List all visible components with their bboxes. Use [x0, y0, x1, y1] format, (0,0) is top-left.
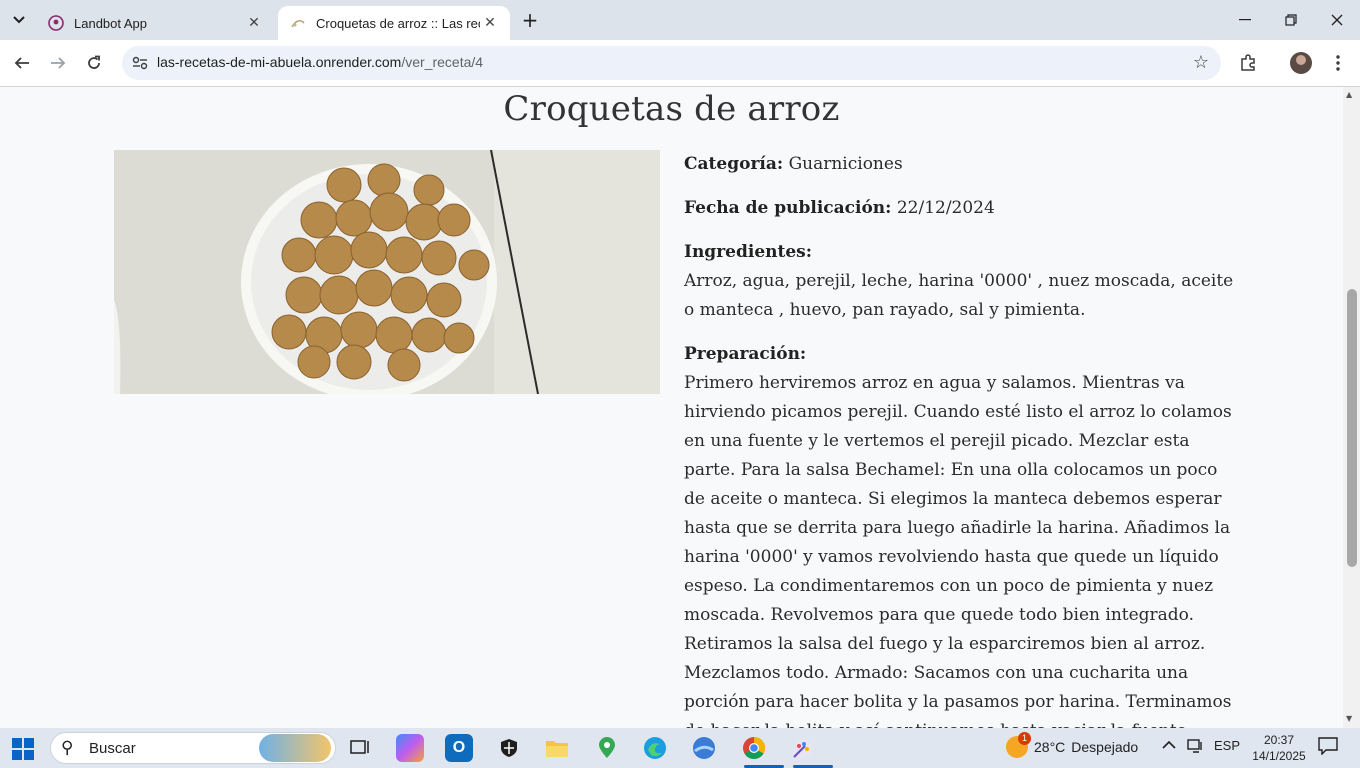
category-label: Categoría:	[684, 154, 784, 174]
ingredients-label: Ingredientes:	[684, 242, 813, 262]
bookmark-star-icon[interactable]: ☆	[1193, 52, 1209, 73]
date-line: Fecha de publicación: 22/12/2024	[684, 194, 1234, 223]
sun-weather-icon: 1	[1006, 732, 1031, 758]
page-content: Croquetas de arroz Categoría: Guarnicion…	[0, 87, 1343, 728]
copilot-icon[interactable]	[396, 734, 424, 762]
windows-start-icon[interactable]	[12, 738, 34, 760]
taskbar-clock[interactable]: 20:37 14/1/2025	[1244, 732, 1314, 764]
page-scrollbar[interactable]: ▲ ▼	[1343, 87, 1360, 728]
clock-date: 14/1/2025	[1252, 749, 1306, 763]
url-host: las-recetas-de-mi-abuela.onrender.com	[157, 54, 402, 70]
file-explorer-folder-icon[interactable]	[543, 734, 571, 762]
preparation-section: Preparación: Primero herviremos arroz en …	[684, 340, 1234, 728]
restore-icon[interactable]	[1268, 0, 1314, 40]
search-highlight-image	[259, 734, 331, 762]
extensions-puzzle-icon[interactable]	[1234, 49, 1262, 77]
input-language[interactable]: ESP	[1214, 738, 1240, 753]
site-info-icon[interactable]	[130, 53, 150, 73]
edge-browser-icon[interactable]	[641, 734, 669, 762]
back-arrow-icon[interactable]	[7, 48, 37, 78]
preparation-text: Primero herviremos arroz en agua y salam…	[684, 373, 1232, 728]
forward-arrow-icon[interactable]	[43, 48, 73, 78]
weather-condition: Despejado	[1071, 739, 1139, 755]
new-tab-plus-icon[interactable]: +	[518, 9, 542, 33]
minimize-icon[interactable]	[1222, 0, 1268, 40]
clock-time: 20:37	[1263, 733, 1295, 747]
close-window-icon[interactable]	[1314, 0, 1360, 40]
address-bar[interactable]: las-recetas-de-mi-abuela.onrender.com/ve…	[122, 46, 1221, 80]
show-hidden-icons-chevron-icon[interactable]	[1162, 738, 1176, 753]
notifications-icon[interactable]	[1318, 737, 1338, 758]
ingredients-text: Arroz, agua, perejil, leche, harina '000…	[684, 271, 1234, 320]
search-placeholder: Buscar	[89, 740, 136, 757]
tab-croquetas[interactable]: Croquetas de arroz :: Las recetas ✕	[278, 6, 510, 40]
url-text: las-recetas-de-mi-abuela.onrender.com/ve…	[157, 54, 483, 70]
ingredients-section: Ingredientes: Arroz, agua, perejil, leche…	[684, 238, 1234, 325]
paint-app-icon[interactable]	[789, 734, 833, 768]
weather-temp: 28°C	[1034, 739, 1066, 755]
scroll-up-arrow-icon[interactable]: ▲	[1346, 90, 1352, 99]
tab-title: Landbot App	[74, 15, 148, 31]
maps-pin-icon[interactable]	[593, 734, 621, 762]
date-value: 22/12/2024	[896, 198, 995, 218]
more-menu-icon[interactable]	[1324, 49, 1352, 77]
profile-avatar[interactable]	[1290, 52, 1312, 74]
recipe-favicon-icon	[290, 15, 306, 31]
recipe-photo	[114, 150, 660, 394]
close-tab-icon[interactable]: ✕	[480, 13, 500, 33]
reload-icon[interactable]	[79, 48, 109, 78]
windows-taskbar: ⚲ Buscar O 1 28°C Despejado ESP 20:37 14…	[0, 728, 1360, 768]
preparation-label: Preparación:	[684, 344, 807, 364]
weather-widget[interactable]: 1 28°C Despejado	[1006, 732, 1139, 758]
tab-landbot[interactable]: Landbot App ✕	[36, 6, 274, 40]
chrome-browser-icon[interactable]	[740, 734, 784, 768]
category-line: Categoría: Guarniciones	[684, 150, 1234, 179]
browser-toolbar: las-recetas-de-mi-abuela.onrender.com/ve…	[0, 40, 1360, 87]
close-tab-icon[interactable]: ✕	[244, 13, 264, 33]
tab-strip: Landbot App ✕ Croquetas de arroz :: Las …	[0, 0, 1360, 40]
tab-title: Croquetas de arroz :: Las recetas	[316, 15, 480, 31]
network-display-icon[interactable]	[1187, 738, 1203, 757]
weather-app-icon[interactable]	[690, 734, 718, 762]
security-shield-icon[interactable]	[495, 734, 523, 762]
category-value: Guarniciones	[788, 154, 903, 174]
tab-search-chevron-icon[interactable]	[6, 8, 32, 32]
notification-badge: 1	[1018, 732, 1031, 745]
url-path: /ver_receta/4	[401, 54, 484, 70]
scrollbar-thumb[interactable]	[1347, 289, 1357, 567]
date-label: Fecha de publicación:	[684, 198, 892, 218]
recipe-title: Croquetas de arroz	[503, 89, 840, 129]
recipe-details: Categoría: Guarniciones Fecha de publica…	[684, 150, 1234, 728]
task-view-icon[interactable]	[346, 734, 374, 762]
scroll-down-arrow-icon[interactable]: ▼	[1346, 714, 1352, 723]
outlook-icon[interactable]: O	[445, 734, 473, 762]
taskbar-search-box[interactable]: ⚲ Buscar	[50, 732, 336, 764]
search-icon: ⚲	[61, 738, 74, 758]
landbot-favicon-icon	[48, 15, 64, 31]
